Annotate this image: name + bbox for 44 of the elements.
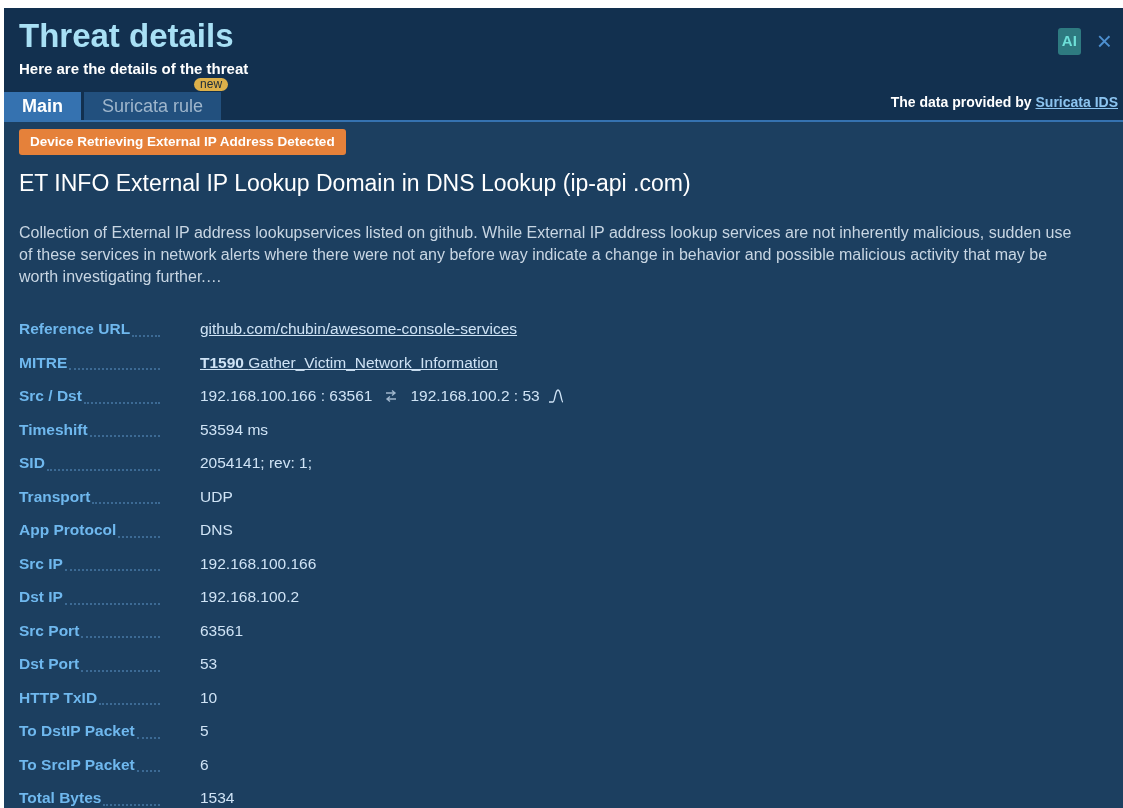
detail-label: Reference URL [19,319,131,340]
detail-label: Transport [19,486,91,507]
detail-label: Src IP [19,553,63,574]
detail-label: Src Port [19,620,80,641]
close-button[interactable]: × [1096,28,1112,55]
detail-label: MITRE [19,352,68,373]
detail-label: To SrcIP Packet [19,754,135,775]
destination-address: 192.168.100.2 : 53 [410,386,540,407]
swap-arrows-icon [384,389,399,403]
detail-label: App Protocol [19,520,117,541]
detail-label: Dst Port [19,654,80,675]
detail-value: 5 [200,721,209,742]
detail-value: 10 [200,687,218,708]
ai-badge[interactable]: AI [1057,28,1081,55]
window-title: Threat details [19,16,234,56]
tab[interactable]: Suricata rule [84,92,222,120]
new-badge: new [194,78,229,91]
detail-value: 2054141; rev: 1; [200,453,313,474]
detail-value: 192.168.100.2 [200,587,300,608]
provider-text: The data provided by [890,93,1032,112]
detail-label: HTTP TxID [19,687,98,708]
tab[interactable]: Main [4,92,81,120]
detail-value: DNS [200,520,233,541]
source-address: 192.168.100.166 : 63561 [200,386,373,407]
mitre-link[interactable]: T1590 Gather_Victim_Network_Information [200,350,498,375]
threat-heading: ET INFO External IP Lookup Domain in DNS Lookup (ip-api .com) [19,169,692,199]
threat-description: Collection of External IP address lookupservices listed on github. While External IP address lookup services are not inherently malicious, sudden use of these services in network alerts where there were not any before way indicate a change in behavior and possible malicious activity that may be worth investigating further.… [19,223,1073,288]
detail-value: 192.168.100.166 [200,553,317,574]
detail-value: 53594 ms [200,419,269,440]
detail-value: 63561 [200,620,244,641]
detail-label: SID [19,453,45,474]
detail-value: 1534 [200,788,235,808]
detail-value: 53 [200,654,218,675]
detail-label: Timeshift [19,419,88,440]
detail-label: Total Bytes [19,788,102,808]
detail-label: Src / Dst [19,386,82,407]
window-subtitle: Here are the details of the threat [19,60,249,78]
detail-label: Dst IP [19,587,63,608]
detail-label: To DstIP Packet [19,721,135,742]
detail-value: 6 [200,754,209,775]
detail-value: UDP [200,486,233,507]
reference-link[interactable]: github.com/chubin/awesome-console-services [200,317,518,341]
category-tag: Device Retrieving External IP Address Detected [19,129,346,156]
provider-link[interactable]: Suricata IDS [1035,92,1118,113]
